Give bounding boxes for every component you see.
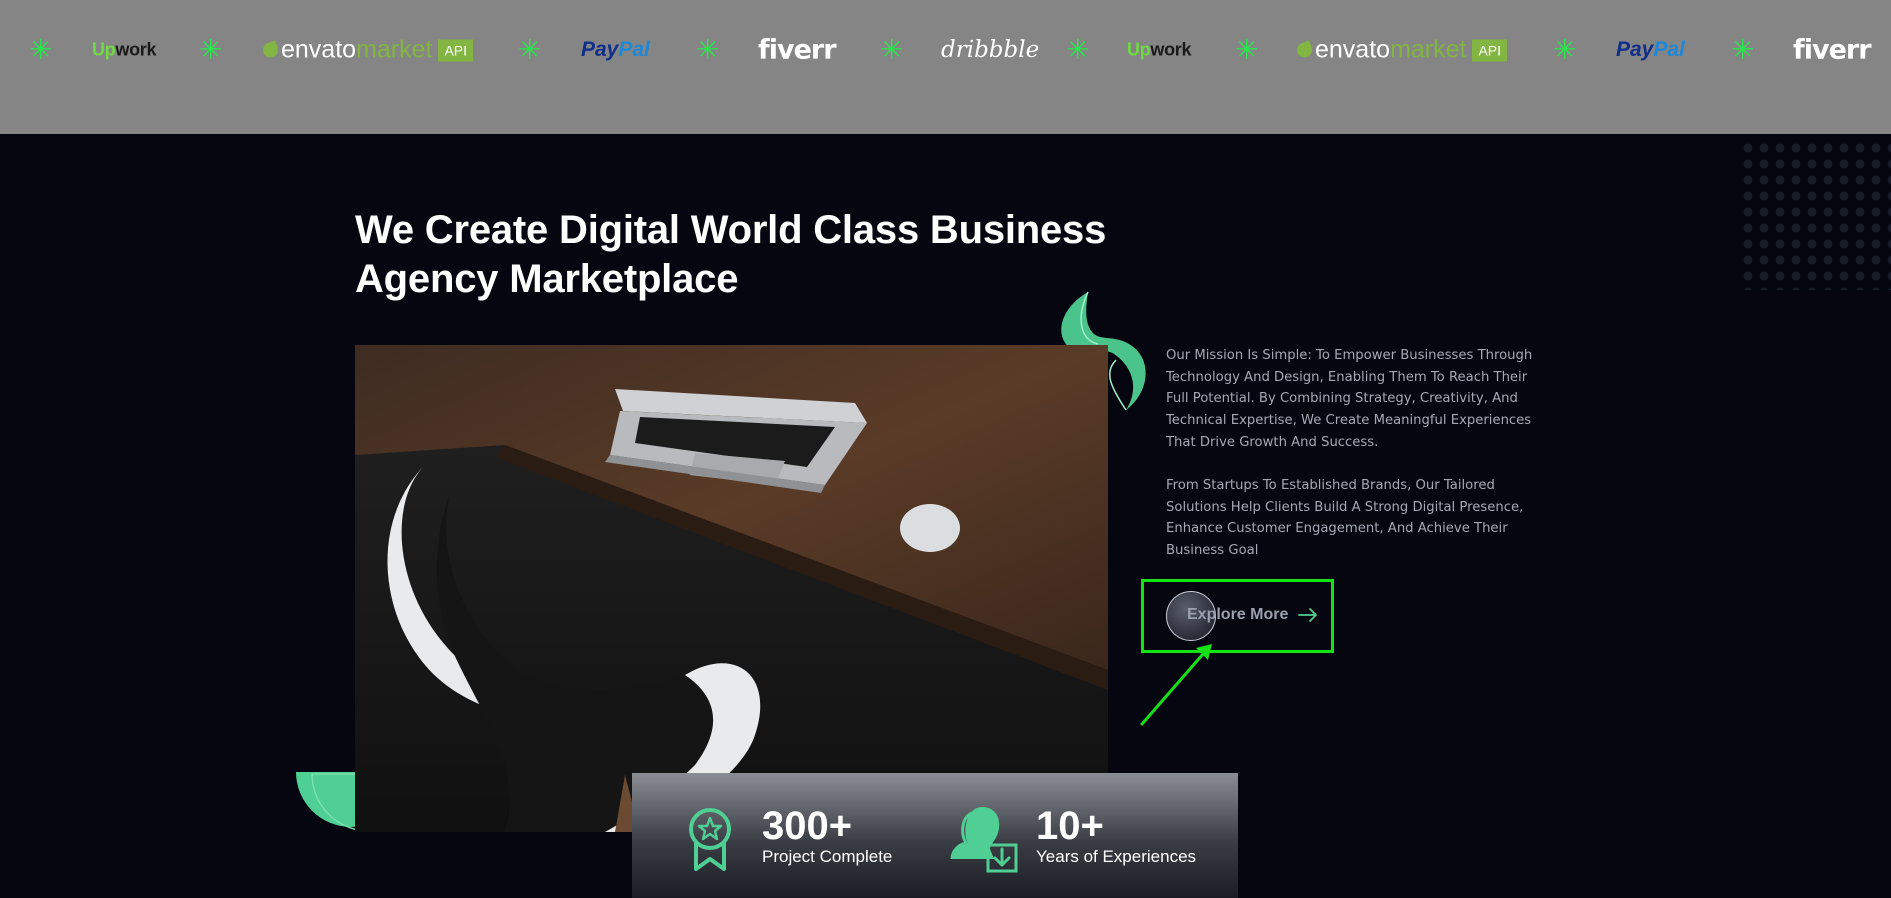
fiverr-logo: fiverr xyxy=(758,34,837,66)
star-burst-icon: ✳ xyxy=(1235,33,1259,66)
star-burst-icon: ✳ xyxy=(199,33,223,66)
envato-leaf-icon xyxy=(260,40,281,60)
hero-workspace-image xyxy=(355,345,1108,832)
stats-panel: 300+ Project Complete 10+ Years of Exper… xyxy=(632,773,1238,898)
paypal-logo: Pay Pal xyxy=(581,38,650,61)
projects-value: 300+ xyxy=(762,804,853,848)
star-burst-icon: ✳ xyxy=(518,33,542,66)
mission-paragraph: Our Mission Is Simple: To Empower Busine… xyxy=(1166,348,1533,450)
projects-label: Project Complete xyxy=(762,847,893,866)
experience-label: Years of Experiences xyxy=(1036,847,1197,866)
paypal-logo: Pay Pal xyxy=(1616,38,1685,61)
pointer-arrow-icon xyxy=(1140,644,1212,726)
user-download-icon xyxy=(950,807,1018,873)
envato-market-logo: envato market API xyxy=(260,36,474,65)
arrow-right-icon xyxy=(1298,608,1317,622)
headline-line-2: Agency Marketplace xyxy=(355,257,739,301)
envato-leaf-icon xyxy=(1294,40,1315,60)
star-burst-icon: ✳ xyxy=(696,33,720,66)
explore-more-label: Explore More xyxy=(1187,606,1289,623)
decorative-dot-grid xyxy=(1740,140,1891,290)
star-burst-icon: ✳ xyxy=(1731,33,1755,66)
dribbble-logo: dribbble xyxy=(941,37,1040,63)
upwork-logo: Up work xyxy=(1127,39,1192,60)
envato-market-logo: envato market API xyxy=(1294,36,1508,65)
partner-logo-strip: ✳ Up work ✳ envato market API ✳ Pay Pal ✳ f… xyxy=(0,0,1891,134)
upwork-logo: Up work xyxy=(92,39,157,60)
hero-headline: We Create Digital World Class Business A… xyxy=(355,206,1155,304)
star-burst-icon: ✳ xyxy=(1553,33,1577,66)
star-burst-icon: ✳ xyxy=(880,33,904,66)
explore-more-button[interactable]: Explore More xyxy=(1164,590,1324,642)
solutions-paragraph: From Startups To Established Brands, Our… xyxy=(1166,478,1524,559)
award-badge-icon xyxy=(689,808,731,871)
experience-value: 10+ xyxy=(1036,804,1104,848)
headline-line-1: We Create Digital World Class Business xyxy=(355,208,1107,252)
star-burst-icon: ✳ xyxy=(29,33,53,66)
star-burst-icon: ✳ xyxy=(1066,33,1090,66)
fiverr-logo: fiverr xyxy=(1793,34,1872,66)
